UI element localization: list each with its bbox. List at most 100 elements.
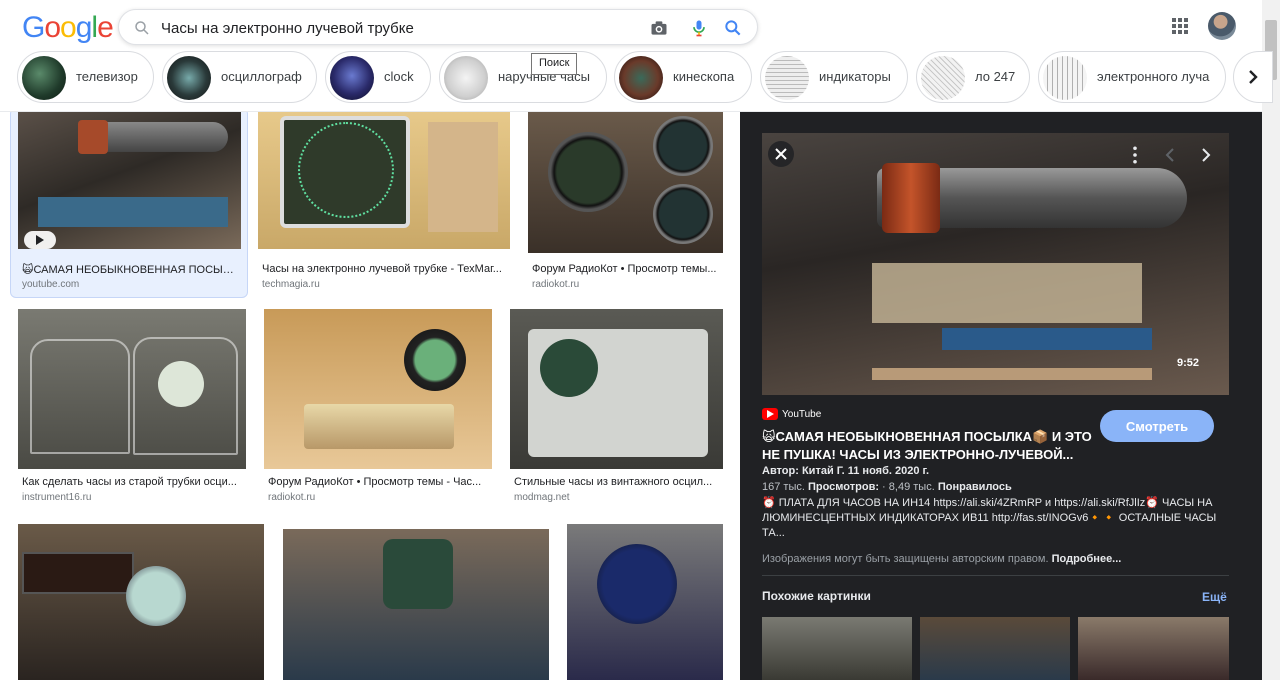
google-logo[interactable]: Google [22,11,114,45]
chip-label: clock [384,69,414,84]
youtube-icon [762,408,778,420]
result-title: 🙀САМАЯ НЕОБЫКНОВЕННАЯ ПОСЫЛК... [22,264,240,276]
tube-coil [78,120,108,154]
header: Google П [0,0,1273,112]
result-title: Часы на электронно лучевой трубке - ТехМ… [262,263,502,275]
chip-lo-247[interactable]: ло 247 [916,51,1030,103]
video-description: ⏰ ПЛАТА ДЛЯ ЧАСОВ НА ИН14 https://ali.sk… [762,497,1217,539]
logo-letter: o [60,11,77,44]
close-icon [775,148,787,160]
author-label: Автор: [762,465,799,477]
search-box [118,9,758,45]
chevron-right-icon[interactable] [1199,147,1213,163]
more-vert-icon[interactable] [1128,146,1142,164]
result-card[interactable]: Стильные часы из винтажного осцил... mod… [510,309,723,509]
result-image [528,112,723,253]
result-image [264,309,492,469]
result-card[interactable] [18,524,264,680]
chip-thumbnail [444,56,488,100]
play-icon [36,235,44,245]
video-badge [24,231,56,249]
chip-tv[interactable]: телевизор [17,51,154,103]
chip-indicators[interactable]: индикаторы [760,51,908,103]
apps-icon[interactable] [1171,17,1189,35]
result-source: techmagia.ru [262,279,320,290]
result-card[interactable] [283,529,549,680]
glass-dome [30,339,130,454]
preview-image[interactable] [762,133,1229,395]
case-shape [872,263,1142,323]
chip-thumbnail [22,56,66,100]
likes-count: 8,49 тыс. [888,481,935,493]
result-card[interactable]: Форум РадиоКот • Просмотр темы - Час... … [264,309,492,509]
result-image [18,112,241,249]
chip-label: осциллограф [221,69,302,84]
watch-button[interactable]: Смотреть [1100,410,1214,442]
chip-label: индикаторы [819,69,891,84]
result-card[interactable] [567,524,723,680]
views-count: 167 тыс. [762,481,805,493]
result-card[interactable]: Форум РадиоКот • Просмотр темы... radiok… [528,112,723,292]
result-card[interactable]: Как сделать часы из старой трубки осци..… [18,309,246,509]
result-title: Как сделать часы из старой трубки осци..… [22,476,237,488]
search-input[interactable] [161,17,631,39]
copyright-text: Изображения могут быть защищены авторски… [762,553,1049,565]
chip-clock[interactable]: clock [325,51,431,103]
preview-title[interactable]: 🙀САМАЯ НЕОБЫКНОВЕННАЯ ПОСЫЛКА📦 И ЭТО НЕ … [762,428,1092,464]
mic-icon[interactable] [689,18,709,38]
page-root: Google П [0,0,1280,680]
result-image [258,112,510,249]
result-title: Форум РадиоКот • Просмотр темы... [532,263,717,275]
camera-icon[interactable] [649,18,669,38]
result-image [283,529,549,680]
search-tooltip: Поиск [531,53,578,75]
result-source: radiokot.ru [268,492,316,503]
chip-wristwatch[interactable]: наручные часы [439,51,607,103]
result-source: youtube.com [22,279,80,290]
chip-kinescope[interactable]: кинескопа [614,51,752,103]
result-title: Форум РадиоКот • Просмотр темы - Час... [268,476,482,488]
account-avatar[interactable] [1208,12,1236,40]
likes-label: Понравилось [937,481,1012,493]
video-duration: 9:52 [1177,357,1200,369]
clock-face [298,122,394,218]
tube-coil [882,163,940,233]
result-card-selected[interactable]: 🙀САМАЯ НЕОБЫКНОВЕННАЯ ПОСЫЛК... youtube.… [0,112,250,302]
result-image [510,309,723,469]
search-submit-icon[interactable] [723,18,743,38]
panel-scroll-track[interactable] [1250,112,1262,680]
tube-face [158,361,204,407]
chevron-left-icon[interactable] [1163,147,1177,163]
result-source: instrument16.ru [22,492,92,503]
nixie-display [22,552,134,594]
result-title: Стильные часы из винтажного осцил... [514,476,713,488]
clock-face [653,116,713,176]
author-line: Автор: Китай Г. 11 нояб. 2020 г. [762,465,929,477]
tube-face [404,329,466,391]
learn-more-link[interactable]: Подробнее... [1052,553,1122,565]
chip-label: ло 247 [975,69,1016,84]
logo-letter: G [22,11,45,44]
tube-face [597,544,677,624]
similar-more-link[interactable]: Ещё [1202,590,1227,604]
chip-thumbnail [619,56,663,100]
related-chips: телевизор осциллограф clock наручные час… [17,51,1262,103]
chevron-right-icon [1249,70,1258,84]
base-shape [872,368,1152,380]
result-image [18,309,246,469]
panel-shape [428,122,498,232]
divider [762,575,1229,576]
source-name[interactable]: YouTube [782,409,821,420]
chip-oscilloscope[interactable]: осциллограф [162,51,317,103]
views-label: Просмотров: [807,481,879,493]
result-card[interactable]: Часы на электронно лучевой трубке - ТехМ… [258,112,510,292]
image-results-grid: 🙀САМАЯ НЕОБЫКНОВЕННАЯ ПОСЫЛК... youtube.… [0,112,740,680]
result-source: radiokot.ru [532,279,580,290]
close-preview-button[interactable] [768,141,794,167]
similar-image[interactable] [920,617,1070,680]
similar-image[interactable] [1078,617,1229,680]
similar-image[interactable] [762,617,912,680]
copyright-notice: Изображения могут быть защищены авторски… [762,553,1121,565]
chip-label: телевизор [76,69,138,84]
chip-electron-beam[interactable]: электронного луча [1038,51,1226,103]
